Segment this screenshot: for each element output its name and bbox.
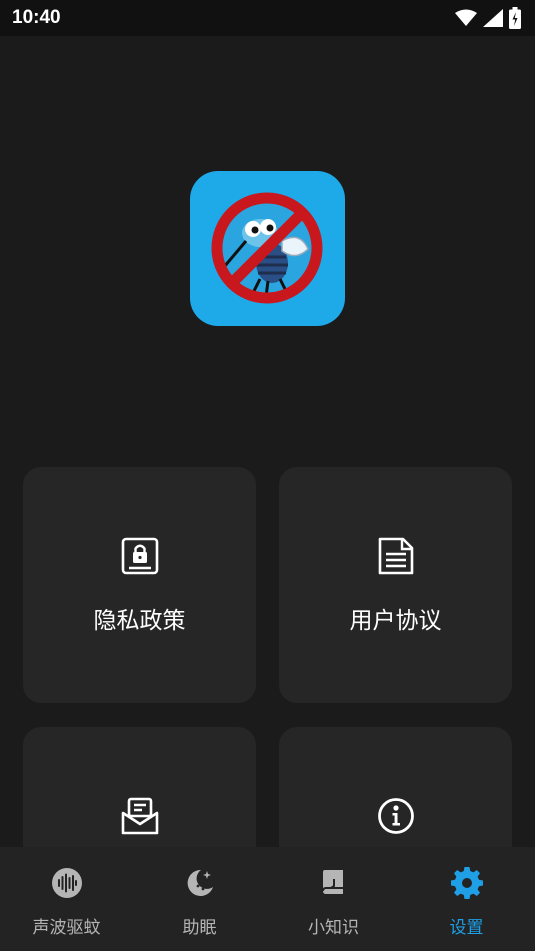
tab-label: 声波驱蚊: [32, 918, 101, 938]
mail-open-icon: [121, 797, 158, 835]
feedback-card[interactable]: [23, 727, 256, 867]
user-agreement-label: 用户协议: [349, 608, 442, 634]
wifi-icon: [455, 9, 477, 26]
tab-label: 设置: [449, 918, 484, 938]
status-bar: 10:40: [0, 0, 535, 36]
tab-sleep[interactable]: 助眠: [133, 847, 266, 951]
user-agreement-card[interactable]: 用户协议: [279, 467, 512, 703]
tab-knowledge[interactable]: 小知识: [267, 847, 400, 951]
tab-sound-repel[interactable]: 声波驱蚊: [0, 847, 133, 951]
app-logo: [190, 171, 345, 326]
no-mosquito-icon: [211, 192, 323, 304]
privacy-policy-card[interactable]: 隐私政策: [23, 467, 256, 703]
info-icon: [377, 798, 414, 834]
tab-label: 助眠: [182, 918, 217, 938]
moon-icon: [187, 869, 213, 896]
status-icons: [455, 7, 521, 29]
status-time: 10:40: [12, 7, 61, 28]
privacy-policy-label: 隐私政策: [93, 608, 186, 634]
book-icon: [321, 870, 343, 894]
document-icon: [378, 537, 413, 575]
bottom-tab-bar: 声波驱蚊 助眠 小知识 设置: [0, 847, 535, 951]
about-card[interactable]: [279, 727, 512, 867]
tab-settings[interactable]: 设置: [400, 847, 533, 951]
sound-wave-icon: [51, 868, 82, 898]
lock-document-icon: [121, 537, 158, 575]
tab-label: 小知识: [308, 918, 359, 938]
battery-icon: [509, 7, 521, 29]
gear-icon: [450, 867, 483, 899]
signal-icon: [483, 9, 503, 27]
